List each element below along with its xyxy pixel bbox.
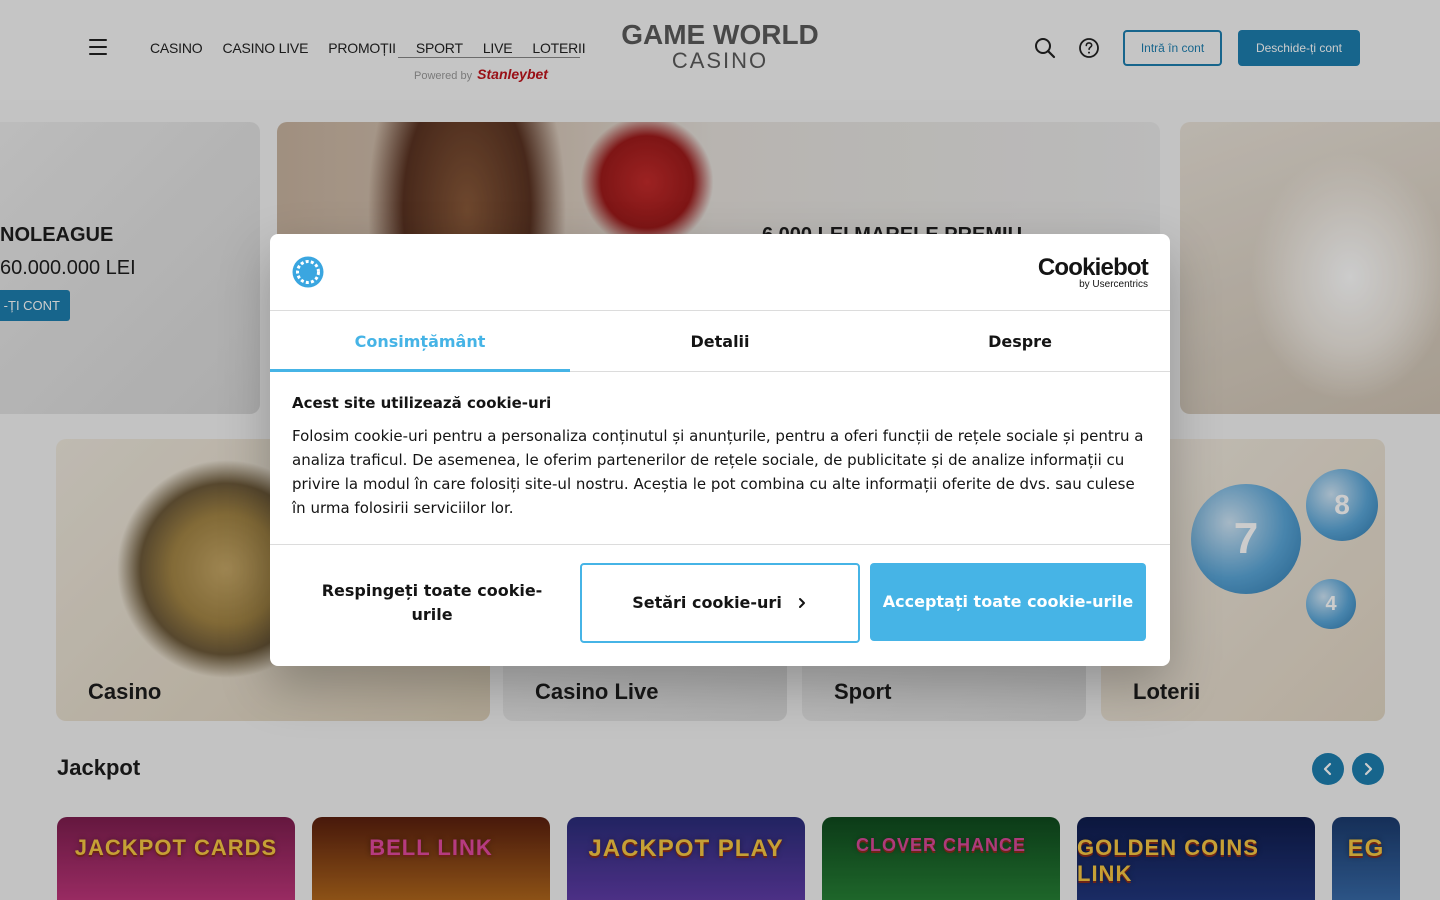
cookie-dialog-text: Folosim cookie-uri pentru a personaliza … (292, 427, 1144, 517)
cookie-tabs: Consimțământ Detalii Despre (270, 310, 1170, 372)
cookie-settings-button[interactable]: Setări cookie-uri (580, 563, 860, 643)
usercentrics-label: by Usercentrics (1079, 279, 1148, 290)
tab-about[interactable]: Despre (870, 311, 1170, 371)
tab-details[interactable]: Detalii (570, 311, 870, 371)
chevron-right-icon (798, 598, 805, 608)
tab-consent[interactable]: Consimțământ (270, 311, 570, 372)
cookie-dialog-body: Acest site utilizează cookie-uri Folosim… (292, 394, 1148, 520)
cookie-settings-label: Setări cookie-uri (632, 593, 782, 612)
deny-all-button[interactable]: Respingeți toate cookie-urile (292, 563, 572, 643)
accept-all-button[interactable]: Acceptați toate cookie-urile (870, 563, 1146, 641)
cookiebot-wordmark: Cookiebot (1037, 254, 1149, 281)
cookie-dialog-heading: Acest site utilizează cookie-uri (292, 394, 552, 412)
cookiebot-logo[interactable]: Cookiebot by Usercentrics (1037, 254, 1149, 290)
cookie-consent-dialog: Cookiebot by Usercentrics Consimțământ D… (270, 234, 1170, 666)
deny-all-label: Respingeți toate cookie-urile (321, 581, 543, 624)
site-cookie-logo-icon (292, 256, 324, 288)
cookie-dialog-actions: Respingeți toate cookie-urile Setări coo… (270, 544, 1170, 666)
